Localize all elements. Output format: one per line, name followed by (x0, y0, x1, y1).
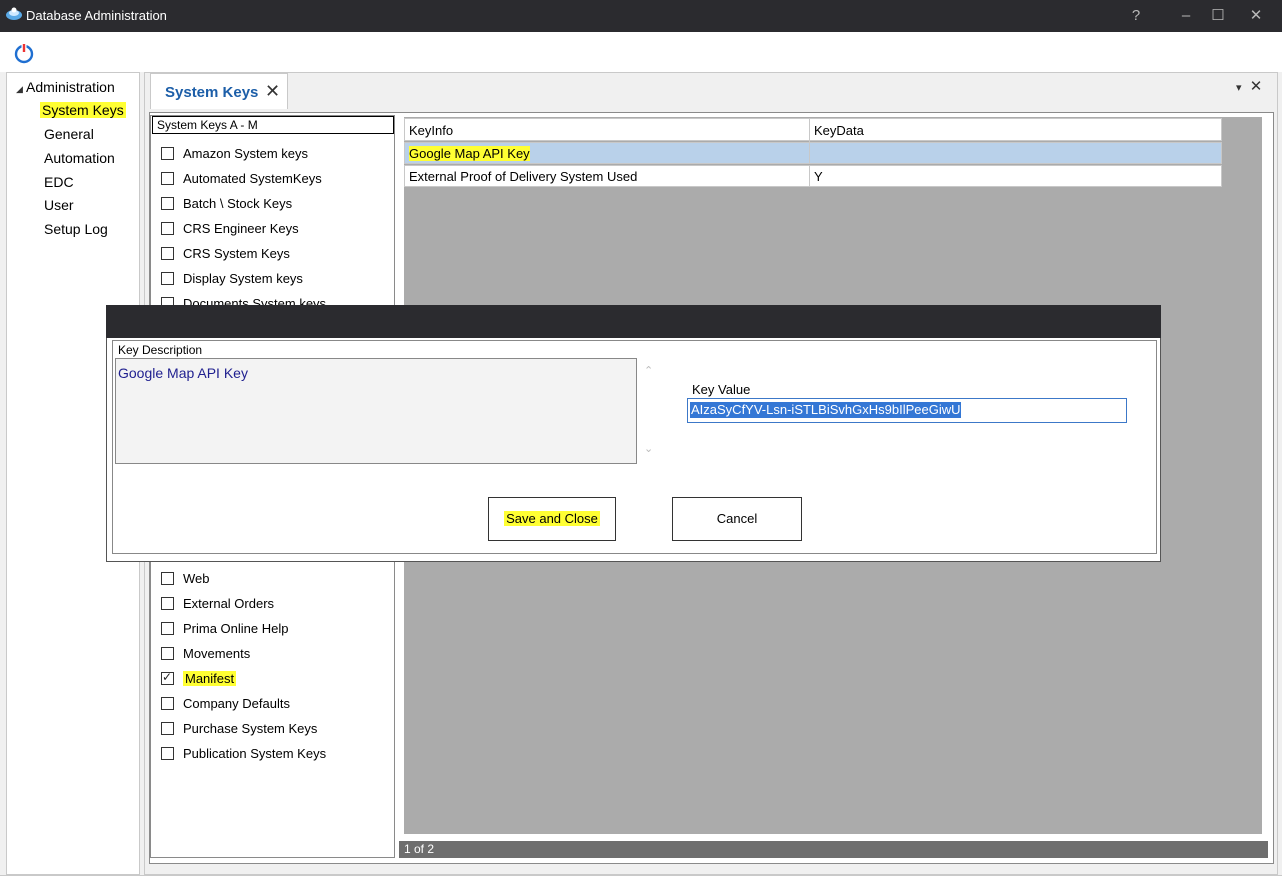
grid-header: KeyInfo KeyData (404, 118, 1222, 142)
scroll-down-icon[interactable]: ⌄ (644, 442, 653, 455)
checkbox-checked[interactable] (161, 670, 174, 685)
tab-close-icon[interactable]: ✕ (265, 81, 280, 102)
panel-close-icon[interactable]: ✕ (1250, 78, 1263, 95)
checkbox[interactable] (161, 147, 174, 160)
checkbox[interactable] (161, 222, 174, 235)
scroll-up-icon[interactable]: ⌃ (644, 364, 653, 377)
tree-item-edc[interactable]: EDC (44, 174, 74, 190)
key-value-label: Key Value (692, 382, 751, 397)
tree-item-system-keys[interactable]: System Keys (40, 102, 126, 118)
tree-root-administration[interactable]: ◢ Administration (16, 79, 115, 95)
table-row[interactable]: Google Map API Key (404, 142, 1222, 164)
database-app-icon (6, 7, 22, 20)
checkbox[interactable] (161, 697, 174, 710)
toolbar (0, 32, 1282, 72)
column-header-keyinfo[interactable]: KeyInfo (405, 119, 810, 142)
close-icon[interactable]: ✕ (1246, 6, 1266, 26)
checkbox[interactable] (161, 722, 174, 735)
tree-item-setup-log[interactable]: Setup Log (44, 221, 108, 237)
save-button-label: Save and Close (504, 511, 600, 526)
key-value-text-selected: AIzaSyCfYV-Lsn-iSTLBiSvhGxHs9bIlPeeGiwU (690, 402, 962, 418)
table-row[interactable]: External Proof of Delivery System Used Y (404, 165, 1222, 187)
grid-cell: External Proof of Delivery System Used (405, 166, 810, 187)
checklist-header: System Keys A - M (152, 116, 394, 134)
tab-label: System Keys (165, 84, 259, 101)
column-header-keydata[interactable]: KeyData (810, 119, 1222, 142)
checkbox[interactable] (161, 272, 174, 285)
checkbox[interactable] (161, 197, 174, 210)
checkbox[interactable] (161, 247, 174, 260)
dialog-title-bar[interactable] (106, 305, 1161, 338)
pager: 1 of 2 (399, 841, 1268, 858)
grid-cell: Google Map API Key (409, 146, 530, 161)
tree-item-automation[interactable]: Automation (44, 150, 115, 166)
maximize-icon[interactable]: ☐ (1208, 6, 1228, 26)
title-bar: Database Administration ? – ☐ ✕ (0, 0, 1282, 32)
checkbox[interactable] (161, 647, 174, 660)
grid-cell (810, 143, 1222, 164)
checkbox[interactable] (161, 572, 174, 585)
checkbox[interactable] (161, 622, 174, 635)
cancel-button[interactable]: Cancel (672, 497, 802, 541)
save-and-close-button[interactable]: Save and Close (488, 497, 616, 541)
description-scrollbar[interactable]: ⌃ ⌄ (639, 358, 657, 464)
tab-system-keys[interactable]: System Keys ✕ (150, 73, 288, 109)
expand-triangle-icon[interactable]: ◢ (16, 84, 23, 94)
checkbox[interactable] (161, 747, 174, 760)
tree-item-general[interactable]: General (44, 126, 94, 142)
checkbox[interactable] (161, 172, 174, 185)
power-icon[interactable] (12, 41, 36, 65)
tree-item-user[interactable]: User (44, 197, 74, 213)
key-description-text: Google Map API Key (118, 365, 248, 381)
window-title: Database Administration (26, 8, 167, 23)
status-bar (0, 875, 1282, 895)
help-icon[interactable]: ? (1126, 6, 1146, 26)
grid-cell: Y (814, 169, 823, 184)
panel-controls: ▾ ✕ (1236, 77, 1262, 95)
key-description-label: Key Description (118, 343, 203, 357)
minimize-icon[interactable]: – (1176, 6, 1196, 26)
dropdown-arrow-icon[interactable]: ▾ (1236, 82, 1242, 94)
checkbox[interactable] (161, 597, 174, 610)
